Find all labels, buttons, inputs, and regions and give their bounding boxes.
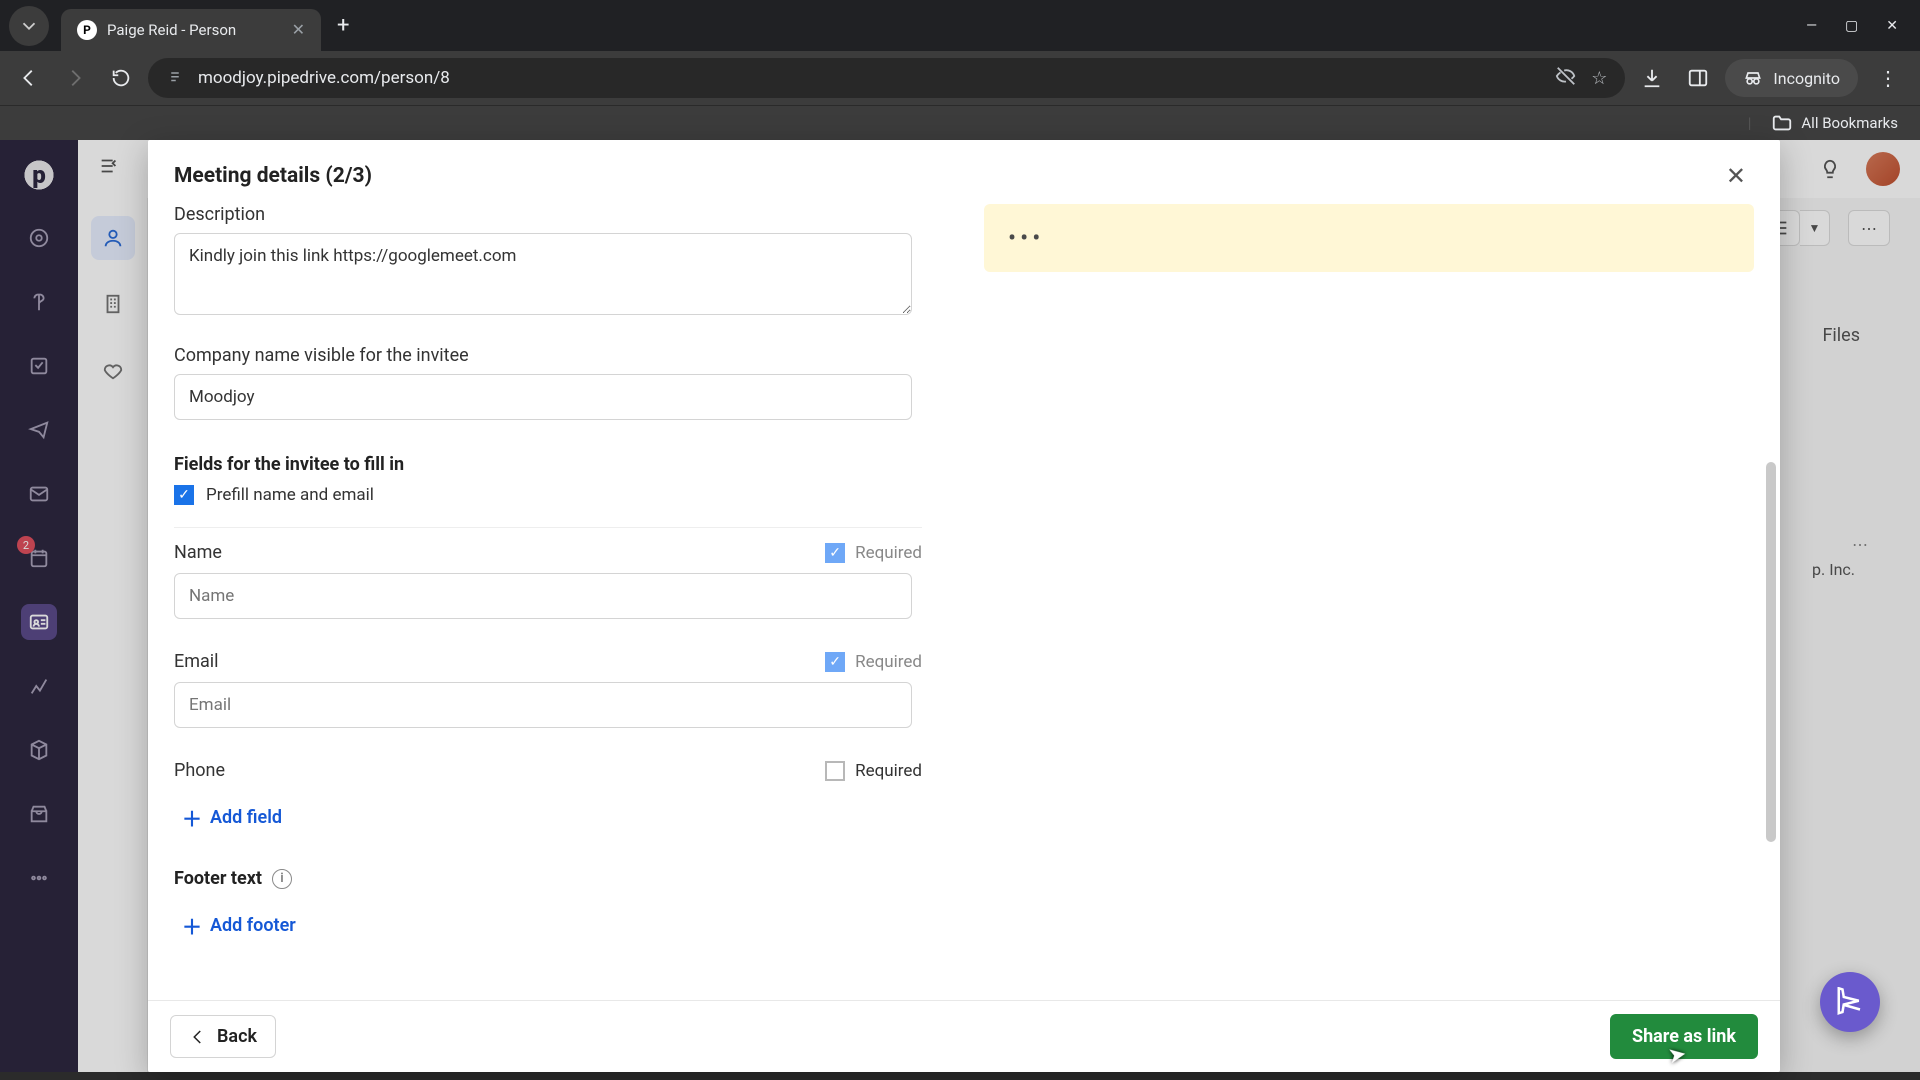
all-bookmarks-button[interactable]: All Bookmarks bbox=[1801, 114, 1898, 132]
minimize-icon[interactable]: ― bbox=[1806, 18, 1817, 34]
prefill-label: Prefill name and email bbox=[206, 485, 374, 505]
info-icon[interactable]: i bbox=[272, 869, 292, 889]
modal-title: Meeting details (2/3) bbox=[174, 164, 372, 188]
add-footer-label: Add footer bbox=[210, 915, 296, 936]
add-field-label: Add field bbox=[210, 807, 282, 828]
browser-toolbar: moodjoy.pipedrive.com/person/8 ☆ Incogni… bbox=[0, 51, 1920, 105]
email-required-checkbox[interactable]: ✓ bbox=[825, 652, 845, 672]
downloads-icon[interactable] bbox=[1633, 59, 1671, 97]
address-bar[interactable]: moodjoy.pipedrive.com/person/8 ☆ bbox=[148, 58, 1625, 98]
meeting-details-modal: Meeting details (2/3) ✕ Description Comp… bbox=[148, 140, 1780, 1072]
forward-button[interactable] bbox=[56, 59, 94, 97]
close-modal-icon[interactable]: ✕ bbox=[1718, 158, 1754, 194]
app-viewport: p 2 ▼ ⋯ Files ⋯ bbox=[0, 140, 1920, 1072]
phone-required-checkbox[interactable]: ✓ bbox=[825, 761, 845, 781]
reload-button[interactable] bbox=[102, 59, 140, 97]
preview-column: ••• bbox=[948, 204, 1780, 1000]
fields-section-header: Fields for the invitee to fill in bbox=[174, 454, 922, 475]
back-label: Back bbox=[217, 1026, 257, 1047]
bookmark-star-icon[interactable]: ☆ bbox=[1591, 68, 1607, 89]
folder-icon bbox=[1771, 112, 1793, 134]
back-button[interactable] bbox=[10, 59, 48, 97]
eye-off-icon[interactable] bbox=[1555, 65, 1577, 92]
email-required-label: Required bbox=[855, 652, 922, 672]
description-label: Description bbox=[174, 204, 922, 225]
prefill-checkbox[interactable]: ✓ bbox=[174, 485, 194, 505]
maximize-icon[interactable]: ▢ bbox=[1845, 18, 1858, 34]
back-button[interactable]: Back bbox=[170, 1015, 276, 1058]
name-required-label: Required bbox=[855, 543, 922, 563]
form-column: Description Company name visible for the… bbox=[148, 204, 948, 1000]
close-window-icon[interactable]: ✕ bbox=[1886, 18, 1898, 34]
email-field-label: Email bbox=[174, 651, 219, 672]
description-textarea[interactable] bbox=[174, 233, 912, 315]
close-tab-icon[interactable]: ✕ bbox=[292, 20, 305, 39]
window-controls: ― ▢ ✕ bbox=[1806, 18, 1920, 34]
phone-required-label: Required bbox=[855, 761, 922, 781]
name-input[interactable] bbox=[174, 573, 912, 619]
incognito-label: Incognito bbox=[1773, 69, 1840, 88]
add-footer-button[interactable]: ＋ Add footer bbox=[174, 905, 304, 946]
add-field-button[interactable]: ＋ Add field bbox=[174, 797, 290, 838]
modal-scrollbar[interactable] bbox=[1764, 222, 1778, 980]
sidepanel-icon[interactable] bbox=[1679, 59, 1717, 97]
tab-search-button[interactable] bbox=[9, 6, 49, 46]
name-field-label: Name bbox=[174, 542, 222, 563]
footer-section-header: Footer text i bbox=[174, 868, 922, 889]
browser-menu-icon[interactable]: ⋮ bbox=[1866, 66, 1910, 90]
help-fab-icon[interactable] bbox=[1820, 972, 1880, 1032]
share-as-link-button[interactable]: Share as link bbox=[1610, 1014, 1758, 1059]
browser-tab-strip: P Paige Reid - Person ✕ + ― ▢ ✕ bbox=[0, 0, 1920, 51]
company-input[interactable] bbox=[174, 374, 912, 420]
tab-title: Paige Reid - Person bbox=[107, 21, 236, 39]
name-required-checkbox[interactable]: ✓ bbox=[825, 543, 845, 563]
phone-field-label: Phone bbox=[174, 760, 225, 781]
favicon-icon: P bbox=[77, 20, 97, 40]
browser-tab-active[interactable]: P Paige Reid - Person ✕ bbox=[61, 9, 321, 51]
modal-footer: Back Share as link bbox=[148, 1000, 1780, 1072]
preview-loading: ••• bbox=[984, 204, 1754, 272]
url-text: moodjoy.pipedrive.com/person/8 bbox=[198, 68, 1541, 88]
company-label: Company name visible for the invitee bbox=[174, 345, 922, 366]
email-input[interactable] bbox=[174, 682, 912, 728]
bookmarks-bar: | All Bookmarks bbox=[0, 105, 1920, 140]
incognito-indicator[interactable]: Incognito bbox=[1725, 59, 1858, 97]
plus-icon: ＋ bbox=[182, 803, 202, 832]
new-tab-button[interactable]: + bbox=[337, 13, 349, 38]
plus-icon: ＋ bbox=[182, 911, 202, 940]
scroll-thumb[interactable] bbox=[1766, 462, 1776, 842]
site-settings-icon[interactable] bbox=[166, 67, 184, 89]
